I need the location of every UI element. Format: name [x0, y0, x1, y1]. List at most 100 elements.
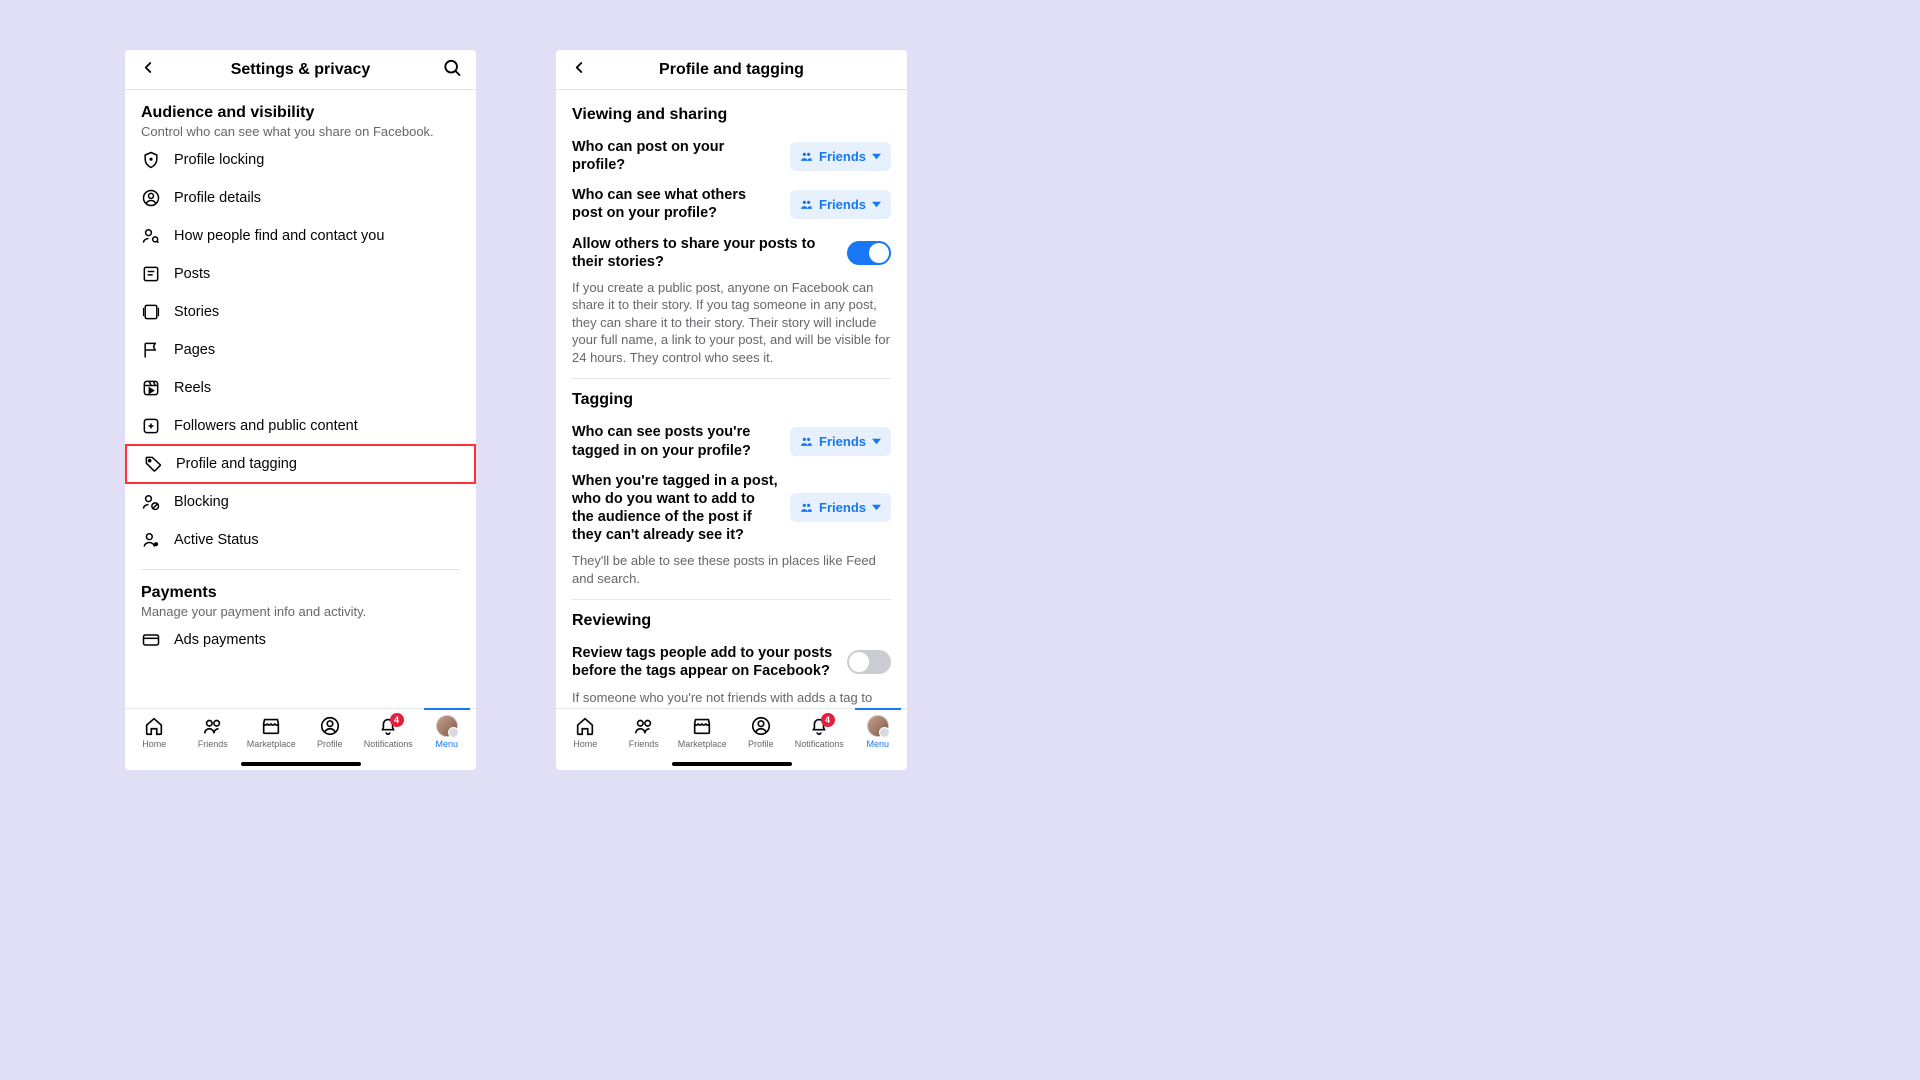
caret-down-icon [872, 503, 881, 512]
divider [572, 599, 891, 600]
caret-down-icon [872, 437, 881, 446]
posts-icon [141, 264, 161, 284]
section-audience: Audience and visibility Control who can … [125, 90, 476, 141]
friends-icon [800, 435, 813, 448]
tab-marketplace[interactable]: Marketplace [242, 715, 301, 749]
tab-label: Friends [629, 739, 659, 749]
user-block-icon [141, 492, 161, 512]
item-stories[interactable]: Stories [125, 293, 476, 331]
tab-friends[interactable]: Friends [184, 715, 243, 749]
friends-icon [633, 715, 655, 737]
shield-icon [141, 150, 161, 170]
divider [572, 378, 891, 379]
profile-tagging-scroll[interactable]: Viewing and sharing Who can post on your… [556, 90, 907, 708]
tab-label: Menu [866, 739, 889, 749]
question-text: Who can see posts you're tagged in on yo… [572, 423, 780, 459]
row-allow-share-stories: Allow others to share your posts to thei… [572, 229, 891, 277]
item-profile-details[interactable]: Profile details [125, 179, 476, 217]
search-icon[interactable] [442, 57, 462, 82]
item-label: Profile and tagging [176, 456, 297, 472]
item-followers[interactable]: Followers and public content [125, 407, 476, 445]
home-indicator [672, 762, 792, 766]
item-active-status[interactable]: Active Status [125, 521, 476, 559]
tab-profile[interactable]: Profile [301, 715, 360, 749]
item-posts[interactable]: Posts [125, 255, 476, 293]
audience-selector[interactable]: Friends [790, 190, 891, 219]
reels-icon [141, 378, 161, 398]
friends-icon [800, 198, 813, 211]
tab-label: Notifications [364, 739, 413, 749]
row-see-others-post: Who can see what others post on your pro… [572, 180, 891, 228]
home-indicator [241, 762, 361, 766]
item-label: Reels [174, 380, 211, 396]
tab-menu[interactable]: Menu [849, 715, 908, 749]
tab-label: Home [142, 739, 166, 749]
user-status-icon [141, 530, 161, 550]
tab-friends[interactable]: Friends [615, 715, 674, 749]
friends-icon [800, 501, 813, 514]
item-label: Posts [174, 266, 210, 282]
item-label: Profile details [174, 190, 261, 206]
subhead-viewing: Viewing and sharing [572, 106, 891, 124]
item-label: Pages [174, 342, 215, 358]
question-text: Review tags people add to your posts bef… [572, 644, 837, 680]
tab-home[interactable]: Home [125, 715, 184, 749]
row-post-on-profile: Who can post on your profile? Friends [572, 132, 891, 180]
item-pages[interactable]: Pages [125, 331, 476, 369]
user-search-icon [141, 226, 161, 246]
caret-down-icon [872, 200, 881, 209]
avatar-icon [867, 715, 889, 737]
settings-privacy-screen: Settings & privacy Audience and visibili… [125, 50, 476, 770]
tab-label: Profile [748, 739, 774, 749]
home-icon [143, 715, 165, 737]
tag-icon [143, 454, 163, 474]
item-ads-payments[interactable]: Ads payments [125, 621, 476, 659]
toggle-share-stories[interactable] [847, 241, 891, 265]
item-reels[interactable]: Reels [125, 369, 476, 407]
tab-home[interactable]: Home [556, 715, 615, 749]
question-text: Allow others to share your posts to thei… [572, 235, 837, 271]
friends-icon [202, 715, 224, 737]
item-label: Stories [174, 304, 219, 320]
item-find-contact[interactable]: How people find and contact you [125, 217, 476, 255]
section-subtext: Control who can see what you share on Fa… [141, 124, 460, 139]
stories-icon [141, 302, 161, 322]
desc-review-tags: If someone who you're not friends with a… [572, 689, 891, 707]
item-label: Active Status [174, 532, 259, 548]
tab-profile[interactable]: Profile [732, 715, 791, 749]
tab-notifications[interactable]: 4 Notifications [359, 715, 418, 749]
card-icon [141, 630, 161, 650]
tab-menu[interactable]: Menu [418, 715, 477, 749]
item-blocking[interactable]: Blocking [125, 483, 476, 521]
market-icon [260, 715, 282, 737]
toggle-review-tags[interactable] [847, 650, 891, 674]
question-text: Who can see what others post on your pro… [572, 186, 780, 222]
back-icon[interactable] [139, 58, 157, 81]
settings-scroll[interactable]: Audience and visibility Control who can … [125, 90, 476, 708]
add-square-icon [141, 416, 161, 436]
audience-selector[interactable]: Friends [790, 427, 891, 456]
flag-icon [141, 340, 161, 360]
notif-badge: 4 [821, 713, 835, 727]
tab-label: Menu [435, 739, 458, 749]
item-label: Profile locking [174, 152, 264, 168]
page-title: Settings & privacy [231, 61, 371, 79]
caret-down-icon [872, 152, 881, 161]
section-payments: Payments Manage your payment info and ac… [125, 580, 476, 621]
avatar-icon [436, 715, 458, 737]
row-review-tags: Review tags people add to your posts bef… [572, 638, 891, 686]
tab-notifications[interactable]: 4 Notifications [790, 715, 849, 749]
pill-label: Friends [819, 197, 866, 212]
desc-tagged-audience: They'll be able to see these posts in pl… [572, 552, 891, 587]
question-text: Who can post on your profile? [572, 138, 780, 174]
desc-share-stories: If you create a public post, anyone on F… [572, 279, 891, 367]
audience-selector[interactable]: Friends [790, 493, 891, 522]
user-circle-icon [141, 188, 161, 208]
back-icon[interactable] [570, 58, 588, 81]
item-profile-tagging[interactable]: Profile and tagging [125, 444, 476, 484]
audience-selector[interactable]: Friends [790, 142, 891, 171]
item-profile-locking[interactable]: Profile locking [125, 141, 476, 179]
tab-marketplace[interactable]: Marketplace [673, 715, 732, 749]
profile-icon [750, 715, 772, 737]
pill-label: Friends [819, 149, 866, 164]
